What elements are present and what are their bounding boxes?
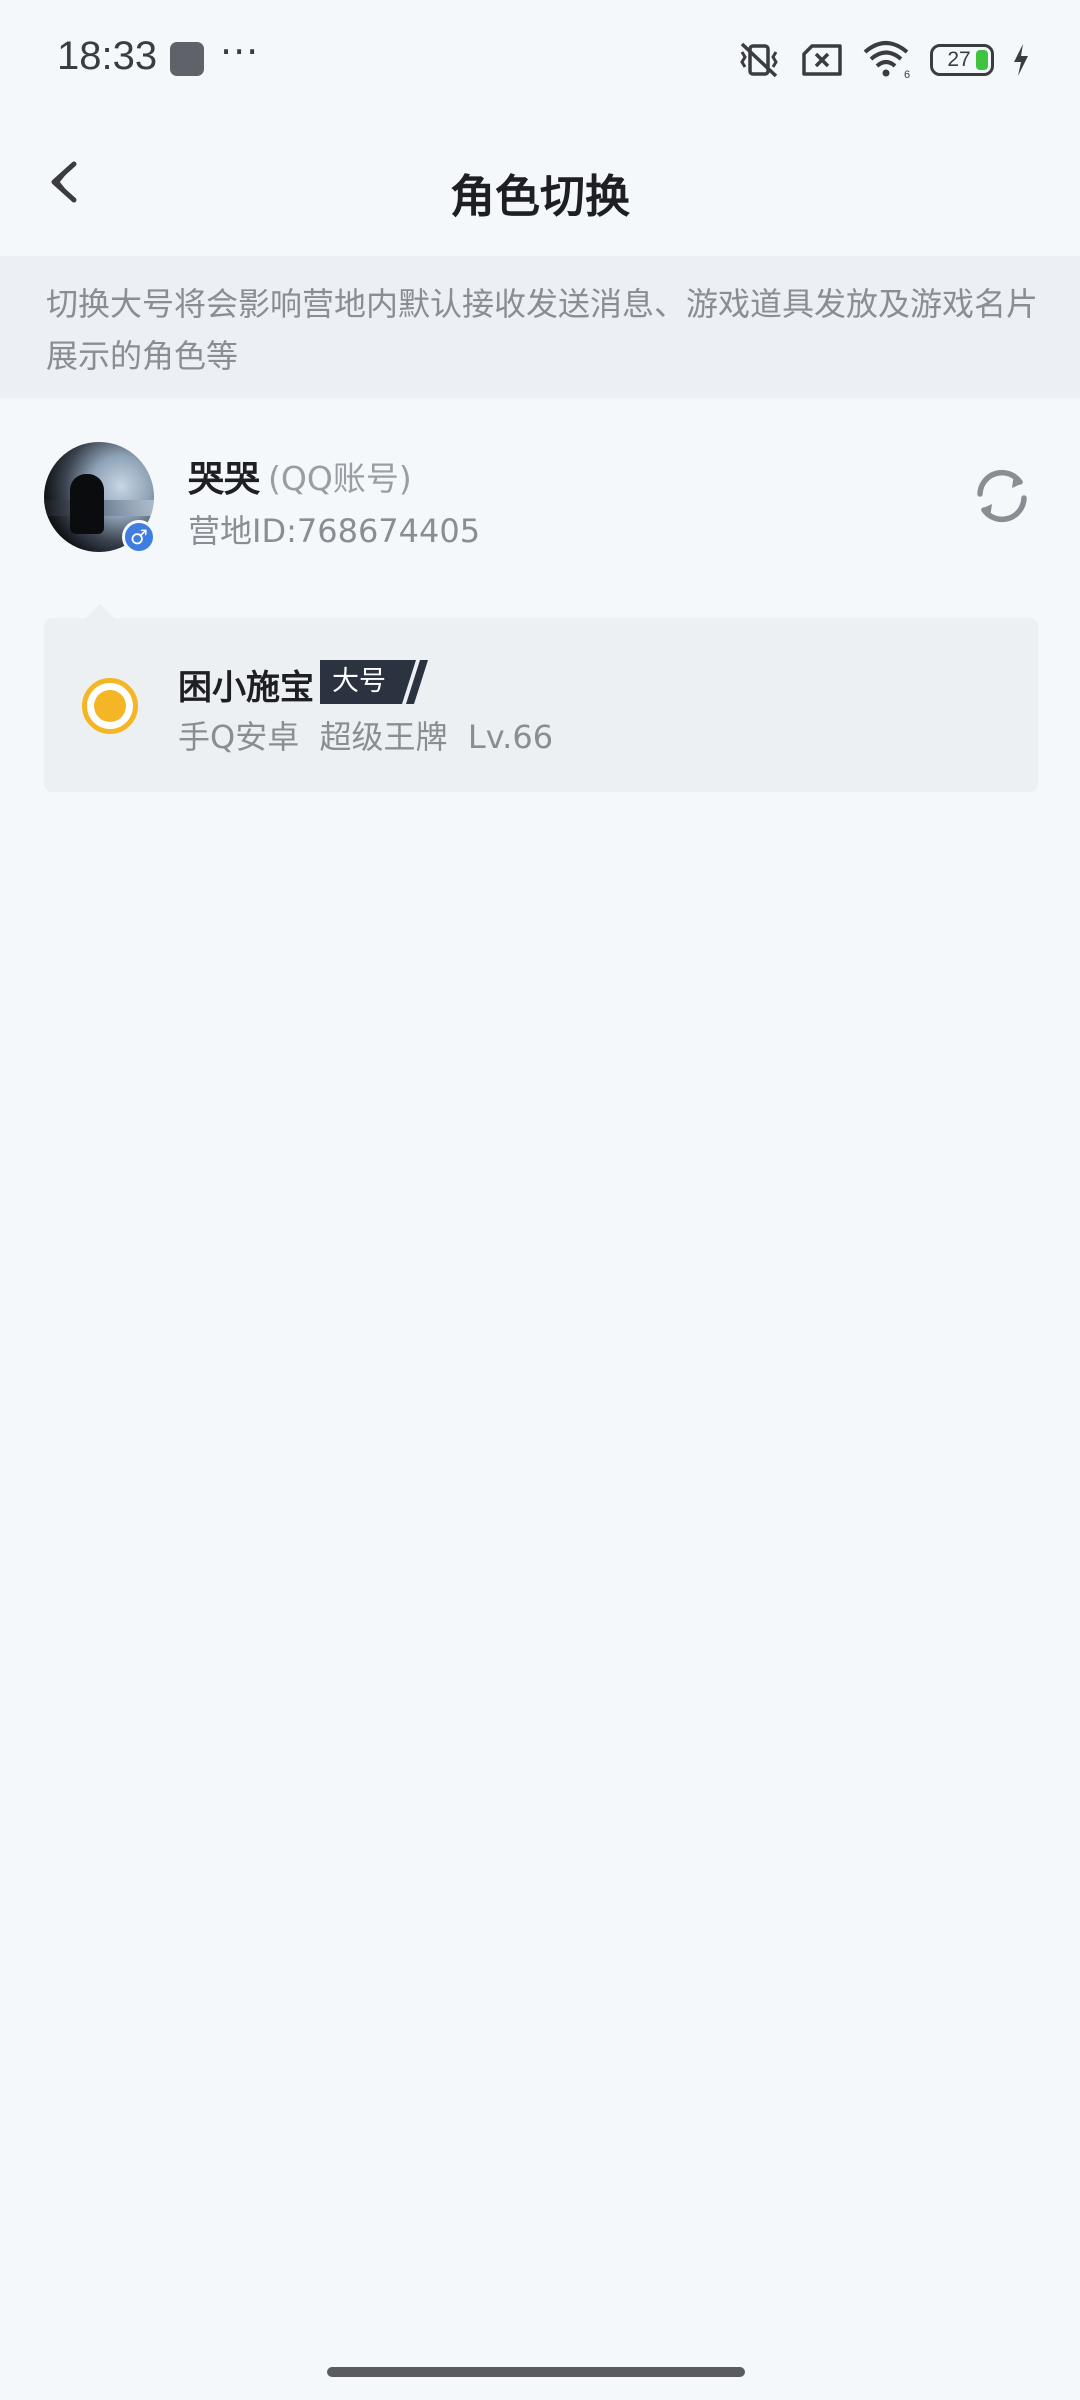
role-card[interactable]: 困小施宝 大号 手Q安卓 超级王牌 Lv.66 [44, 603, 1038, 792]
refresh-icon [977, 469, 1027, 523]
role-name: 困小施宝 [178, 668, 314, 708]
account-name: 哭哭 [188, 459, 261, 500]
main-account-badge: 大号 [320, 660, 430, 704]
home-indicator[interactable] [327, 2367, 745, 2377]
app-notification-icon [170, 42, 204, 76]
status-bar: 18:33 ··· 6 27 [0, 0, 1080, 120]
header: 角色切换 [0, 120, 1080, 256]
battery-icon: 27 [930, 44, 994, 76]
battery-level: 27 [947, 48, 971, 71]
wifi-icon: 6 [862, 40, 912, 80]
main-badge-label: 大号 [320, 660, 400, 704]
page-title: 角色切换 [449, 170, 630, 223]
status-icons: 6 27 [736, 36, 1030, 84]
sim-off-icon [800, 42, 844, 78]
male-gender-icon: ♂ [122, 520, 156, 554]
role-radio-selected[interactable] [82, 678, 138, 734]
more-notifications-icon: ··· [220, 30, 260, 74]
info-notice: 切换大号将会影响营地内默认接收发送消息、游戏道具发放及游戏名片展示的角色等 [0, 256, 1080, 398]
charging-icon [1012, 43, 1030, 77]
status-time: 18:33 [57, 34, 158, 78]
account-type: (QQ账号) [268, 459, 412, 498]
account-row: ♂ 哭哭 (QQ账号) 营地ID:768674405 [0, 436, 1080, 566]
svg-text:6: 6 [904, 69, 910, 80]
notice-text: 切换大号将会影响营地内默认接收发送消息、游戏道具发放及游戏名片展示的角色等 [46, 285, 1039, 375]
account-id: 营地ID:768674405 [188, 512, 481, 550]
role-info: 手Q安卓 超级王牌 Lv.66 [178, 718, 554, 756]
vibrate-off-icon [736, 40, 782, 80]
refresh-button[interactable] [970, 464, 1034, 528]
